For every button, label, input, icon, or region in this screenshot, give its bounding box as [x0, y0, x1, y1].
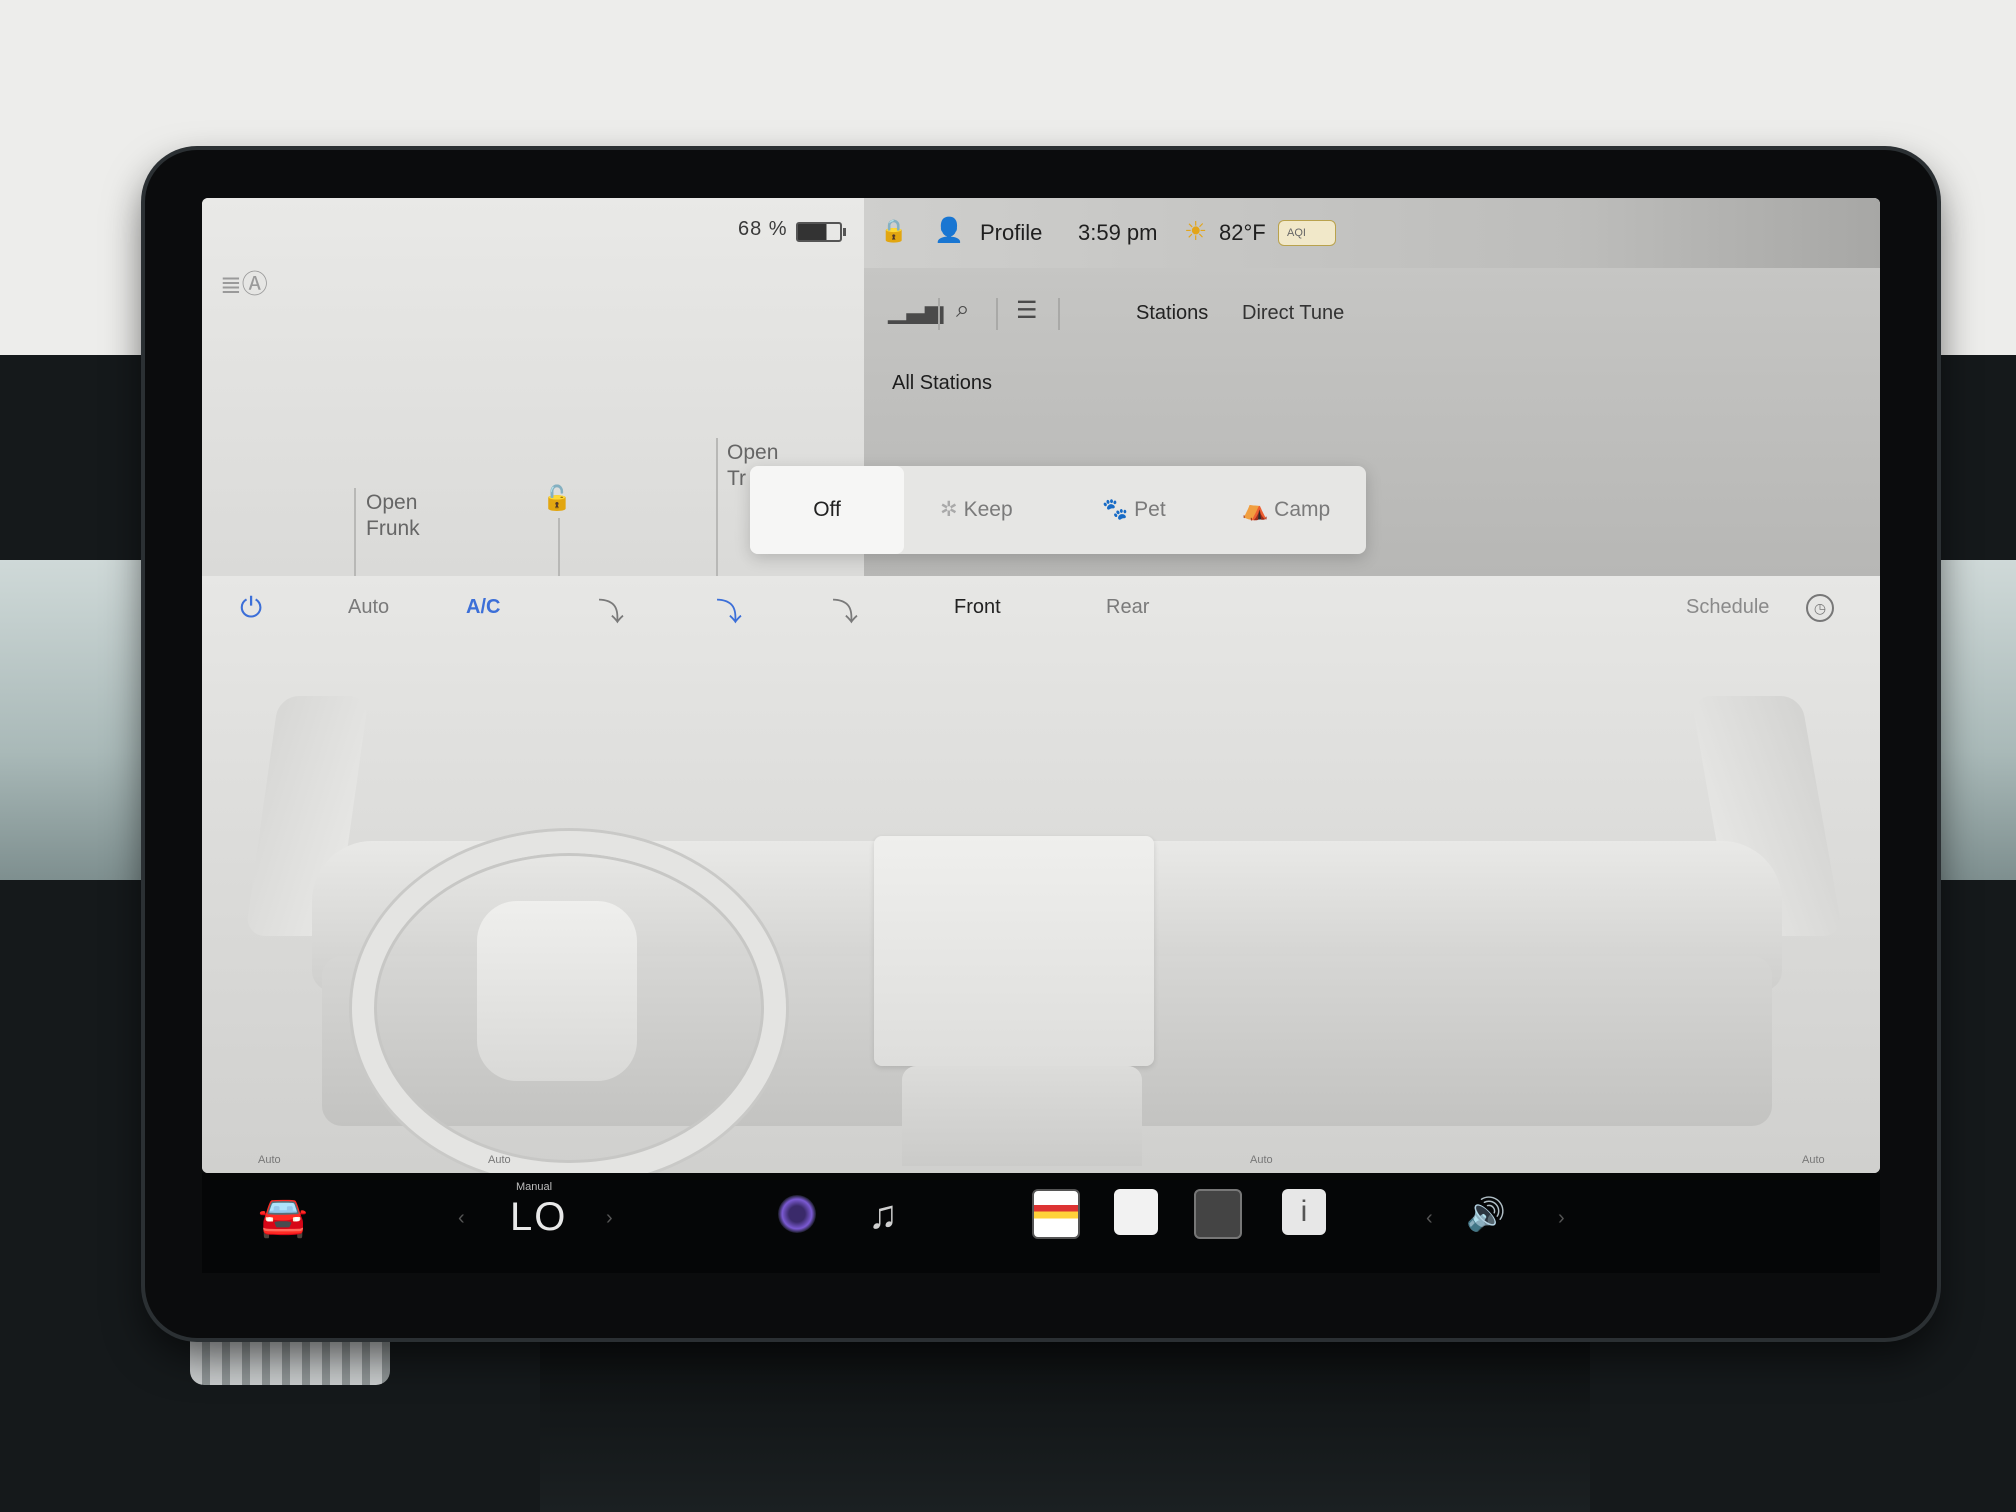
section-title: All Stations: [892, 372, 993, 394]
passenger-seat-auto-label: Auto: [1802, 1154, 1825, 1166]
mode-pet-label: Pet: [1134, 498, 1166, 521]
cabin-illustration: [202, 656, 1880, 1173]
mode-off-button[interactable]: Off: [750, 466, 904, 554]
volume-decrease-icon[interactable]: ‹: [1426, 1207, 1433, 1230]
mode-camp-button[interactable]: ⛺ Camp: [1242, 466, 1330, 554]
volume-icon[interactable]: 🔊: [1466, 1195, 1506, 1233]
vent-face-icon[interactable]: ⤵: [598, 592, 624, 629]
mode-pet-button[interactable]: 🐾 Pet: [1102, 466, 1166, 554]
climate-bottom-bar: Auto ♨ ⌓ Auto ⊛ ♒ ⩩ ‹ ✣ 10 › Auto ⟲ Auto…: [202, 1146, 1880, 1173]
profile-icon[interactable]: 👤: [934, 216, 964, 245]
mode-keep-button[interactable]: ✲ Keep: [940, 466, 1013, 554]
open-frunk-button[interactable]: Open Frunk: [366, 490, 420, 542]
wheel-heat-auto-label: Auto: [488, 1154, 511, 1166]
outside-temperature: 82°F: [1219, 220, 1266, 245]
music-icon[interactable]: ♫: [868, 1193, 898, 1238]
tab-direct-tune[interactable]: Direct Tune: [1242, 302, 1344, 325]
lock-icon[interactable]: 🔒: [880, 218, 907, 244]
camera-app-icon[interactable]: [778, 1195, 816, 1233]
center-display-illustration: [874, 836, 1154, 1066]
recirculate-auto-label: Auto: [1250, 1154, 1273, 1166]
battery-icon: [796, 222, 846, 242]
clock: 3:59 pm: [1078, 220, 1158, 245]
steering-wheel-hub: [477, 901, 637, 1081]
status-bar: 🔒 👤 Profile 3:59 pm ☀ 82°F AQI: [864, 198, 1880, 268]
seat-heat-auto-label: Auto: [258, 1154, 281, 1166]
temp-decrease-icon[interactable]: ‹: [458, 1207, 465, 1230]
tab-stations[interactable]: Stations: [1136, 302, 1208, 325]
dashcam-icon[interactable]: [1194, 1189, 1242, 1239]
mode-keep-label: Keep: [963, 498, 1013, 521]
toybox-icon[interactable]: [1032, 1189, 1080, 1239]
ac-button[interactable]: A/C: [466, 596, 500, 619]
touchscreen: ≣Ⓐ 68 % Open Frunk 🔓 Open Tr 🔒 👤 Profile…: [202, 198, 1880, 1173]
toolbar-divider: [1058, 298, 1060, 330]
rear-zone-tab[interactable]: Rear: [1106, 596, 1149, 619]
fan-icon: ✲: [940, 498, 958, 521]
auto-headlight-icon[interactable]: ≣Ⓐ: [220, 264, 268, 301]
toolbar-divider: [938, 298, 940, 330]
aqi-badge[interactable]: AQI: [1278, 220, 1336, 246]
manual-icon[interactable]: i: [1282, 1189, 1326, 1235]
clock-icon[interactable]: ◷: [1806, 594, 1834, 622]
volume-increase-icon[interactable]: ›: [1558, 1207, 1565, 1230]
app-dock: 🚘 ‹ Manual LO › ✆ ♫ i ‹ 🔊 ›: [202, 1173, 1880, 1273]
battery-percent: 68 %: [738, 218, 788, 240]
sun-icon: ☀: [1184, 216, 1208, 246]
list-icon[interactable]: ☰: [1016, 296, 1038, 325]
profile-button[interactable]: Profile: [980, 220, 1042, 246]
climate-mode-selector: Off ✲ Keep 🐾 Pet ⛺ Camp: [750, 466, 1366, 554]
toolbar-divider: [996, 298, 998, 330]
climate-auto-button[interactable]: Auto: [348, 596, 389, 619]
vent-feet-icon[interactable]: ⤵: [832, 592, 858, 629]
front-zone-tab[interactable]: Front: [954, 596, 1001, 619]
frunk-divider: [354, 488, 356, 576]
climate-toolbar: ⏻ Auto A/C ⤵ ⤵ ⤵ Front Rear Schedule ◷: [202, 576, 1880, 646]
calendar-icon[interactable]: [1114, 1189, 1158, 1235]
car-icon[interactable]: 🚘: [258, 1193, 308, 1240]
cabin-temp-value[interactable]: LO: [510, 1195, 567, 1240]
lock-divider: [558, 518, 560, 576]
media-toolbar: ▁▃▅ ⌕ ☰ Stations Direct Tune: [864, 292, 1880, 338]
vent-face-feet-icon[interactable]: ⤵: [716, 592, 742, 629]
mode-camp-label: Camp: [1274, 498, 1331, 521]
climate-panel: ⏻ Auto A/C ⤵ ⤵ ⤵ Front Rear Schedule ◷ A…: [202, 576, 1880, 1173]
unlock-icon[interactable]: 🔓: [542, 484, 572, 513]
paw-icon: 🐾: [1102, 498, 1129, 521]
search-icon[interactable]: ⌕: [956, 296, 969, 324]
steering-column: [540, 1340, 1590, 1512]
temp-increase-icon[interactable]: ›: [606, 1207, 613, 1230]
climate-power-icon[interactable]: ⏻: [240, 592, 262, 625]
temp-mode-label: Manual: [516, 1181, 553, 1193]
trunk-divider: [716, 438, 718, 576]
schedule-button[interactable]: Schedule: [1686, 596, 1769, 619]
signal-icon[interactable]: ▁▃▅: [888, 296, 943, 325]
tent-icon: ⛺: [1242, 498, 1269, 521]
